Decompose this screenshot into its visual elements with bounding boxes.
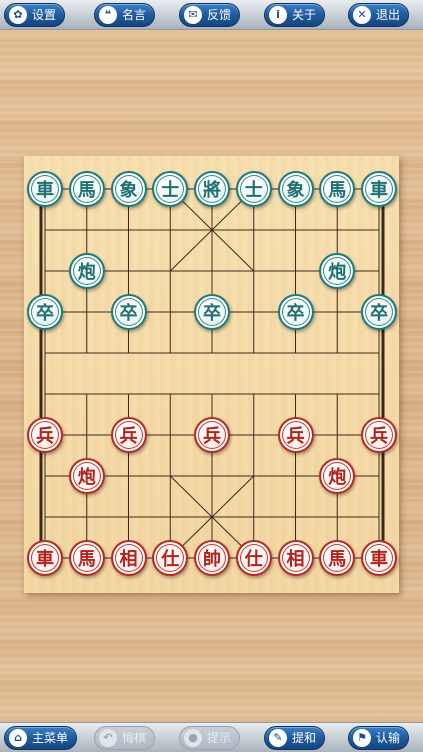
black-piece[interactable]: 馬: [319, 171, 356, 207]
lightbulb-icon: ●: [184, 729, 202, 747]
red-piece[interactable]: 兵: [361, 417, 397, 453]
resign-label: 认输: [376, 731, 401, 745]
red-piece[interactable]: 兵: [27, 417, 63, 453]
black-piece[interactable]: 卒: [194, 294, 230, 330]
black-piece[interactable]: 馬: [68, 171, 105, 207]
top-toolbar: ✿ 设置 ❝ 名言 ✉ 反馈 i 关于 ✕ 退出: [0, 0, 423, 30]
black-piece[interactable]: 車: [27, 171, 63, 207]
main-menu-button[interactable]: ⌂ 主菜单: [4, 726, 78, 750]
exit-button[interactable]: ✕ 退出: [348, 3, 410, 27]
offer-draw-label: 提和: [292, 731, 317, 745]
gear-icon: ✿: [9, 6, 27, 24]
red-piece[interactable]: 車: [27, 540, 63, 576]
black-piece[interactable]: 將: [194, 171, 230, 207]
red-piece[interactable]: 馬: [68, 540, 105, 576]
red-piece[interactable]: 兵: [277, 417, 314, 453]
black-piece[interactable]: 士: [235, 171, 272, 207]
red-piece[interactable]: 相: [277, 540, 314, 576]
main-menu-label: 主菜单: [32, 731, 69, 745]
feedback-label: 反馈: [207, 8, 232, 22]
red-piece[interactable]: 帥: [194, 540, 230, 576]
exit-label: 退出: [376, 8, 401, 22]
undo-button[interactable]: ↶ 悔棋: [94, 726, 156, 750]
flag-icon: ⚑: [353, 729, 371, 747]
black-piece[interactable]: 象: [110, 171, 147, 207]
red-piece[interactable]: 仕: [235, 540, 272, 576]
red-piece[interactable]: 炮: [319, 458, 356, 494]
black-piece[interactable]: 卒: [277, 294, 314, 330]
red-piece[interactable]: 兵: [194, 417, 230, 453]
black-piece[interactable]: 卒: [361, 294, 397, 330]
close-icon: ✕: [353, 6, 371, 24]
black-piece[interactable]: 炮: [319, 253, 356, 289]
quotes-label: 名言: [122, 8, 147, 22]
info-icon: i: [269, 6, 287, 24]
red-piece[interactable]: 炮: [68, 458, 105, 494]
red-piece[interactable]: 車: [361, 540, 397, 576]
red-piece[interactable]: 仕: [152, 540, 189, 576]
speech-bubble-icon: ❝: [99, 6, 117, 24]
pencil-icon: ✎: [269, 729, 287, 747]
settings-button[interactable]: ✿ 设置: [4, 3, 66, 27]
offer-draw-button[interactable]: ✎ 提和: [264, 726, 326, 750]
about-button[interactable]: i 关于: [264, 3, 326, 27]
red-piece[interactable]: 相: [110, 540, 147, 576]
red-piece[interactable]: 兵: [110, 417, 147, 453]
feedback-button[interactable]: ✉ 反馈: [179, 3, 241, 27]
hint-button[interactable]: ● 提示: [179, 726, 241, 750]
xiangqi-board[interactable]: 車馬象士將士象馬車炮炮卒卒卒卒卒兵兵兵兵兵炮炮車馬相仕帥仕相馬車: [24, 156, 399, 593]
settings-label: 设置: [32, 8, 57, 22]
envelope-icon: ✉: [184, 6, 202, 24]
black-piece[interactable]: 炮: [68, 253, 105, 289]
bottom-toolbar: ⌂ 主菜单 ↶ 悔棋 ● 提示 ✎ 提和 ⚑ 认输: [0, 722, 423, 752]
board-grid: [39, 185, 385, 562]
quotes-button[interactable]: ❝ 名言: [94, 3, 156, 27]
undo-label: 悔棋: [122, 731, 147, 745]
black-piece[interactable]: 卒: [110, 294, 147, 330]
black-piece[interactable]: 車: [361, 171, 397, 207]
black-piece[interactable]: 士: [152, 171, 189, 207]
black-piece[interactable]: 卒: [27, 294, 63, 330]
resign-button[interactable]: ⚑ 认输: [348, 726, 410, 750]
hint-label: 提示: [207, 731, 232, 745]
about-label: 关于: [292, 8, 317, 22]
black-piece[interactable]: 象: [277, 171, 314, 207]
red-piece[interactable]: 馬: [319, 540, 356, 576]
undo-icon: ↶: [99, 729, 117, 747]
home-icon: ⌂: [9, 729, 27, 747]
